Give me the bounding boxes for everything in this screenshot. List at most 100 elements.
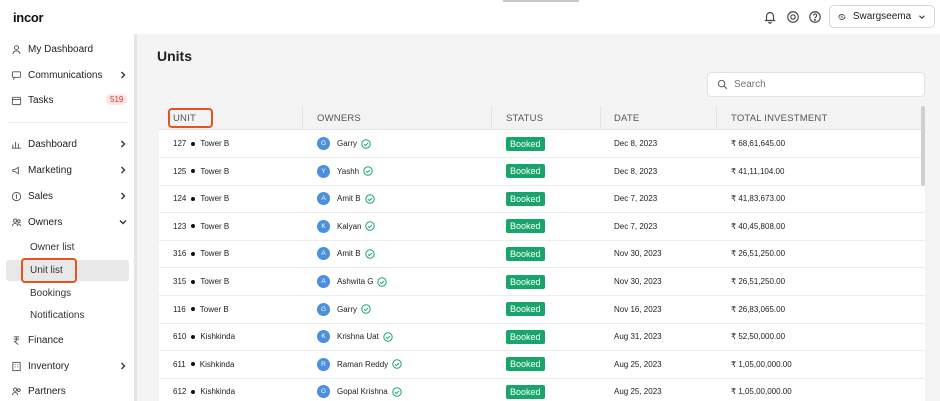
owner-cell[interactable]: K Kalyan [317,213,376,240]
sidebar-item-dashboard[interactable]: Dashboard [0,133,134,155]
unit-cell: 123 Tower B [173,213,229,240]
date-cell: Dec 7, 2023 [614,221,658,231]
table-row[interactable]: 125 Tower B Y Yashh Booked Dec 8, 2023 ₹ 41,11… [159,158,925,186]
sidebar-item-owners[interactable]: Owners [0,211,134,233]
unit-number: 316 [173,249,187,259]
table-row[interactable]: 611 Kishkinda R Raman Reddy Booked Aug 25, 20… [159,351,925,379]
sidebar-item-my-dashboard[interactable]: My Dashboard [0,38,134,60]
table-row[interactable]: 612 Kishkinda G Gopal Krishna Booked Aug 25, … [159,378,925,401]
unit-cell: 127 Tower B [173,130,229,157]
investment-cell: ₹ 41,11,104.00 [731,166,785,176]
unit-number: 116 [173,304,186,314]
owner-cell[interactable]: G Gopal Krishna [317,378,402,401]
building-icon [11,361,22,372]
table-row[interactable]: 124 Tower B A Amit B Booked Dec 7, 2023 ₹ 41,8… [159,185,925,214]
owner-cell[interactable]: K Krishna Uat [317,323,393,350]
sidebar-item-tasks[interactable]: Tasks 519 [0,89,134,111]
column-header-owners[interactable]: OWNERS [317,113,361,124]
owner-name[interactable]: Krishna Uat [337,332,379,341]
search-icon [717,79,728,90]
unit-number: 124 [173,194,187,204]
app-logo[interactable]: incor [13,10,44,25]
date-cell: Dec 8, 2023 [614,166,658,176]
status-cell: Booked [506,351,545,378]
verified-check-icon [365,221,376,231]
table-row[interactable]: 610 Kishkinda K Krishna Uat Booked Aug 31, 20… [159,323,925,352]
search-box[interactable] [707,72,925,97]
unit-cell: 124 Tower B [173,185,229,212]
sidebar-item-sales[interactable]: Sales [0,185,134,207]
avatar: G [317,385,330,399]
owner-name[interactable]: Ashwita G [337,277,373,286]
support-icon[interactable] [785,9,801,25]
table-row[interactable]: 123 Tower B K Kalyan Booked Dec 7, 2023 ₹ 40,4… [159,213,925,241]
swirl-logo-icon [838,13,846,20]
sidebar-subitem-notifications[interactable]: Notifications [30,310,84,321]
bullet-icon [191,334,196,339]
column-header-total-investment[interactable]: TOTAL INVESTMENT [731,113,827,124]
sidebar-item-inventory[interactable]: Inventory [0,355,134,377]
verified-check-icon [383,331,393,342]
user-name: Swargseema [852,11,912,22]
sidebar-subitem-owner-list[interactable]: Owner list [30,242,74,253]
avatar: A [317,275,330,288]
table-row[interactable]: 316 Tower B A Amit B Booked Nov 30, 2023 ₹ 26,… [159,240,925,269]
avatar: R [317,357,330,371]
table-row[interactable]: 116 Tower B G Garry Booked Nov 16, 2023 ₹ 26,8… [159,296,925,324]
owner-cell[interactable]: A Ashwita G [317,268,388,295]
bell-icon[interactable] [762,9,778,25]
table-row[interactable]: 127 Tower B G Garry Booked Dec 8, 2023 ₹ 68,61… [159,130,925,158]
tasks-count-badge: 519 [106,94,128,105]
user-icon [11,44,22,55]
date-cell: Aug 25, 2023 [614,387,662,397]
unit-number: 127 [173,139,187,148]
chat-icon [11,70,22,81]
owner-name[interactable]: Garry [337,305,357,314]
sidebar-item-label: Sales [28,190,54,202]
owner-cell[interactable]: A Amit B [317,240,375,267]
search-input[interactable] [734,79,914,90]
avatar: K [317,330,330,344]
bullet-icon [191,224,196,229]
column-divider [600,106,601,130]
help-icon[interactable] [807,9,823,25]
status-badge: Booked [506,219,545,234]
owner-name[interactable]: Kalyan [337,222,361,231]
unit-number: 125 [173,166,187,176]
owner-cell[interactable]: G Garry [317,296,371,323]
status-badge: Booked [506,274,545,289]
table-header: UNIT OWNERS STATUS DATE TOTAL INVESTMENT [159,106,925,130]
owner-name[interactable]: Garry [337,139,357,148]
sidebar-item-finance[interactable]: Finance [0,329,134,351]
verified-check-icon [363,166,373,176]
tower-name: Tower B [200,194,230,204]
owner-cell[interactable]: R Raman Reddy [317,351,402,378]
table-scrollbar[interactable] [921,106,925,186]
verified-check-icon [364,249,375,259]
user-menu-button[interactable]: Swargseema [829,5,935,28]
column-header-status[interactable]: STATUS [506,113,543,124]
owner-name[interactable]: Gopal Krishna [337,387,388,396]
sidebar-item-marketing[interactable]: Marketing [0,159,134,181]
verified-check-icon [361,304,371,314]
megaphone-icon [11,165,22,176]
unit-cell: 116 Tower B [173,296,229,323]
owner-cell[interactable]: Y Yashh [317,158,373,185]
sidebar-subitem-bookings[interactable]: Bookings [30,288,71,299]
owner-cell[interactable]: A Amit B [317,185,375,212]
highlight-box-unit-list [21,258,77,283]
owner-name[interactable]: Amit B [337,194,361,203]
sidebar-item-partners[interactable]: Partners [0,380,134,401]
status-cell: Booked [506,130,545,157]
owner-name[interactable]: Amit B [337,249,361,258]
top-bar: incor Swargseema [0,0,940,34]
sidebar-item-label: Marketing [28,164,72,176]
table-row[interactable]: 315 Tower B A Ashwita G Booked Nov 30, 2023 ₹ … [159,268,925,296]
sidebar-item-communications[interactable]: Communications [0,64,134,86]
owner-cell[interactable]: G Garry [317,130,371,157]
owner-name[interactable]: Yashh [337,167,359,176]
column-header-date[interactable]: DATE [614,113,639,124]
bullet-icon [191,141,196,146]
owner-name[interactable]: Raman Reddy [337,360,388,369]
avatar: G [317,137,330,150]
